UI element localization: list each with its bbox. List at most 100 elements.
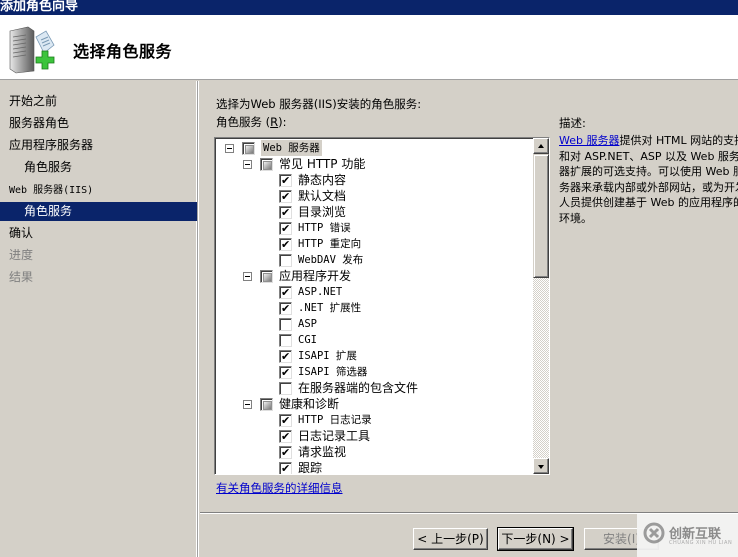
tree-item-label[interactable]: 日志记录工具 — [298, 428, 370, 444]
tree-item-label[interactable]: HTTP 错误 — [298, 220, 351, 236]
tree-item[interactable]: HTTP 日志记录 — [215, 412, 533, 429]
back-button[interactable]: < 上一步(P) — [413, 528, 488, 550]
tree-item-label[interactable]: 健康和诊断 — [279, 396, 339, 412]
page-title: 选择角色服务 — [73, 42, 173, 61]
tree-item[interactable]: Web 服务器 — [215, 140, 533, 156]
tree-item-checkbox[interactable] — [279, 429, 292, 445]
more-info-link[interactable]: 有关角色服务的详细信息 — [216, 480, 343, 496]
step-web-role-services[interactable]: 角色服务 — [0, 202, 197, 221]
tree-item-checkbox[interactable] — [279, 189, 292, 205]
tree-item-checkbox[interactable] — [279, 413, 292, 429]
tree-item[interactable]: HTTP 错误 — [215, 220, 533, 237]
arrow-up-icon — [538, 144, 544, 148]
tree-item-checkbox[interactable] — [279, 461, 292, 474]
tree-item-checkbox[interactable] — [279, 301, 292, 317]
tree-item-checkbox[interactable] — [279, 382, 292, 395]
scroll-down-button[interactable] — [533, 458, 549, 474]
description-text: Web 服务器提供对 HTML 网站的支持和对 ASP.NET、ASP 以及 W… — [559, 133, 738, 226]
main-content: 选择为Web 服务器(IIS)安装的角色服务: 角色服务 (R): Web 服务… — [200, 81, 738, 511]
tree-item-checkbox[interactable] — [279, 205, 292, 221]
tree-item-label[interactable]: HTTP 重定向 — [298, 236, 361, 252]
collapse-icon[interactable] — [243, 272, 252, 281]
tree-item-checkbox[interactable] — [279, 285, 292, 301]
tree-item-checkbox[interactable] — [279, 173, 292, 189]
label-accesskey: R — [270, 115, 279, 129]
tree-item-label[interactable]: 请求监视 — [298, 444, 346, 460]
tree-item-label[interactable]: WebDAV 发布 — [298, 252, 363, 268]
step-web-server-iis-label: Web 服务器(IIS) — [9, 185, 94, 196]
tree-item[interactable]: WebDAV 发布 — [215, 252, 533, 268]
tree-item[interactable]: 日志记录工具 — [215, 428, 533, 445]
tree-item-label[interactable]: ASP.NET — [298, 284, 342, 300]
tree-item-label[interactable]: ASP — [298, 316, 317, 332]
tree-item-label[interactable]: 常见 HTTP 功能 — [279, 156, 365, 172]
tree-item-checkbox[interactable] — [279, 365, 292, 381]
description-link[interactable]: Web 服务器 — [559, 134, 619, 147]
tree-item-label[interactable]: ISAPI 扩展 — [298, 348, 357, 364]
tree-item-checkbox[interactable] — [242, 142, 255, 155]
tree-item-label[interactable]: 在服务器端的包含文件 — [298, 380, 418, 396]
step-before-you-begin[interactable]: 开始之前 — [0, 92, 197, 111]
tree-item-checkbox[interactable] — [279, 318, 292, 331]
tree-item-label[interactable]: 目录浏览 — [298, 204, 346, 220]
watermark: 创新互联 CHUANG XIN HU LIAN — [637, 514, 738, 557]
arrow-down-icon — [538, 465, 544, 469]
collapse-icon[interactable] — [225, 144, 234, 153]
tree-item-label[interactable]: 跟踪 — [298, 460, 322, 474]
tree-item-checkbox[interactable] — [260, 398, 273, 411]
tree-item-label[interactable]: 静态内容 — [298, 172, 346, 188]
description-body: 提供对 HTML 网站的支持和对 ASP.NET、ASP 以及 Web 服务器扩… — [559, 134, 738, 225]
tree-item[interactable]: .NET 扩展性 — [215, 300, 533, 317]
tree-item-label[interactable]: .NET 扩展性 — [298, 300, 361, 316]
tree-item[interactable]: HTTP 重定向 — [215, 236, 533, 253]
tree-item-checkbox[interactable] — [279, 221, 292, 237]
tree-item[interactable]: 目录浏览 — [215, 204, 533, 221]
tree-item[interactable]: 默认文档 — [215, 188, 533, 205]
description-label: 描述: — [559, 116, 586, 130]
tree-item-label[interactable]: 默认文档 — [298, 188, 346, 204]
server-add-icon — [9, 26, 55, 74]
tree-item-label[interactable]: Web 服务器 — [261, 140, 322, 156]
tree-item[interactable]: 健康和诊断 — [215, 396, 533, 412]
step-web-server-iis[interactable]: Web 服务器(IIS) — [0, 180, 197, 199]
tree-item-checkbox[interactable] — [279, 445, 292, 461]
step-progress: 进度 — [9, 248, 34, 262]
step-application-server[interactable]: 应用程序服务器 — [0, 136, 197, 155]
step-server-roles[interactable]: 服务器角色 — [0, 114, 197, 133]
scroll-up-button[interactable] — [533, 138, 549, 154]
role-services-label: 角色服务 (R): — [216, 114, 287, 130]
wizard-steps-sidebar: 开始之前 服务器角色 应用程序服务器 角色服务 Web 服务器(IIS) 角色服… — [0, 81, 197, 557]
collapse-icon[interactable] — [243, 400, 252, 409]
tree-item-checkbox[interactable] — [279, 237, 292, 253]
tree-item-checkbox[interactable] — [260, 270, 273, 283]
label-suffix: ): — [278, 115, 287, 129]
tree-item[interactable]: CGI — [215, 332, 533, 348]
tree-item-checkbox[interactable] — [260, 158, 273, 171]
tree-item-checkbox[interactable] — [279, 334, 292, 347]
step-app-server-role-services[interactable]: 角色服务 — [0, 158, 197, 177]
tree-item[interactable]: 在服务器端的包含文件 — [215, 380, 533, 396]
scroll-thumb[interactable] — [533, 154, 549, 278]
tree-scrollbar[interactable] — [533, 138, 549, 474]
tree-item[interactable]: 应用程序开发 — [215, 268, 533, 284]
tree-item[interactable]: ISAPI 筛选器 — [215, 364, 533, 381]
tree-item-checkbox[interactable] — [279, 349, 292, 365]
tree-item[interactable]: 请求监视 — [215, 444, 533, 461]
tree-item-label[interactable]: HTTP 日志记录 — [298, 412, 372, 428]
next-button[interactable]: 下一步(N) > — [497, 527, 574, 551]
tree-item-label[interactable]: 应用程序开发 — [279, 268, 351, 284]
tree-item[interactable]: ASP — [215, 316, 533, 332]
label-prefix: 角色服务 ( — [216, 115, 271, 129]
tree-item[interactable]: ASP.NET — [215, 284, 533, 301]
tree-item-label[interactable]: CGI — [298, 332, 317, 348]
tree-item[interactable]: 静态内容 — [215, 172, 533, 189]
tree-item-label[interactable]: ISAPI 筛选器 — [298, 364, 367, 380]
role-services-tree[interactable]: Web 服务器常见 HTTP 功能静态内容默认文档目录浏览HTTP 错误HTTP… — [214, 137, 550, 475]
step-confirmation[interactable]: 确认 — [0, 224, 197, 243]
tree-item[interactable]: ISAPI 扩展 — [215, 348, 533, 365]
sidebar-divider — [197, 81, 199, 557]
collapse-icon[interactable] — [243, 160, 252, 169]
tree-item[interactable]: 常见 HTTP 功能 — [215, 156, 533, 172]
tree-item-checkbox[interactable] — [279, 254, 292, 267]
tree-item[interactable]: 跟踪 — [215, 460, 533, 474]
